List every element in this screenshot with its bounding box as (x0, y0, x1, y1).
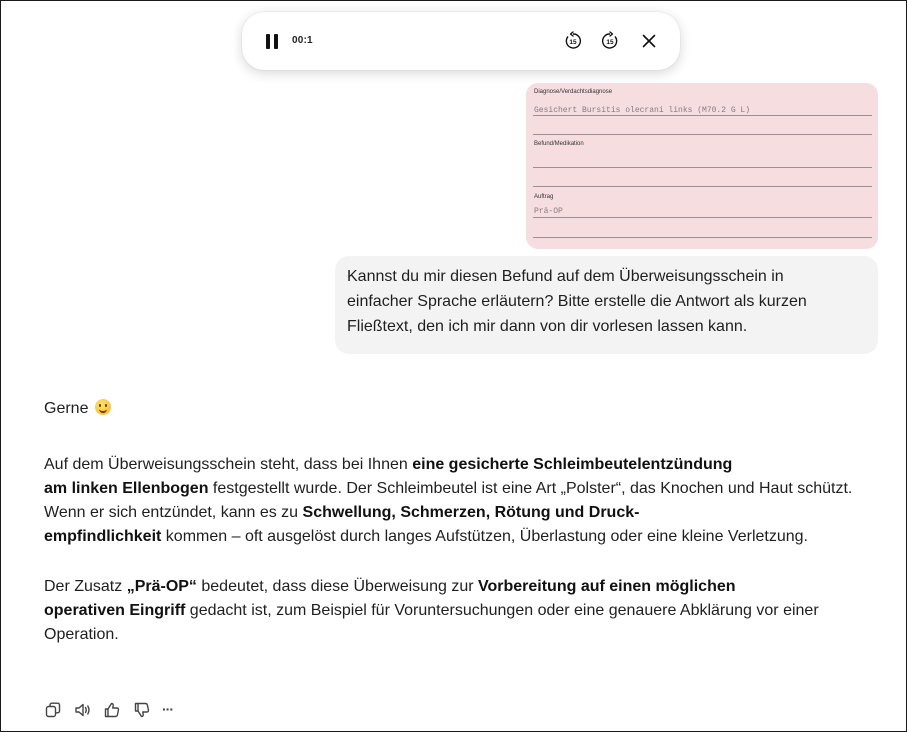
diagnosis-value: Gesichert Bursitis olecrani links (M70.2… (534, 106, 751, 115)
form-line (533, 115, 872, 116)
skip-forward-label: 15 (606, 39, 614, 46)
reply-bold-text: Schwellung, Schmerzen, Rötung und Druck- (302, 504, 640, 521)
reply-text: bedeutet, dass diese Überweisung zur (196, 578, 478, 595)
close-icon[interactable] (639, 31, 659, 51)
assistant-paragraph-2: Der Zusatz „Prä-OP“ bedeutet, dass diese… (44, 575, 874, 647)
reply-bold-text: eine gesicherte Schleimbeutelentzündung (412, 456, 733, 473)
smiling-face-emoji-icon (94, 399, 111, 415)
reply-bold-text: „Prä-OP“ (126, 578, 197, 595)
findings-label: Befund/Medikation (534, 141, 584, 147)
form-line (533, 237, 872, 238)
skip-back-label: 15 (569, 39, 577, 46)
more-icon[interactable]: ··· (162, 701, 180, 719)
thumbs-up-icon[interactable] (103, 701, 121, 719)
form-line (533, 167, 872, 168)
diagnosis-label: Diagnose/Verdachtsdiagnose (534, 89, 613, 95)
user-message-line: einfacher Sprache erläutern? Bitte erste… (347, 293, 807, 310)
thumbs-down-icon[interactable] (133, 701, 151, 719)
playback-time: 00:1 (292, 35, 313, 46)
user-message-bubble: Kannst du mir diesen Befund auf dem Über… (335, 256, 878, 354)
order-label: Auftrag (534, 194, 554, 200)
form-line (533, 134, 872, 135)
reply-text: kommen – oft ausgelöst durch langes Aufs… (161, 528, 808, 545)
user-message-line: Fließtext, den ich mir dann von dir vorl… (347, 318, 748, 335)
reply-text: Der Zusatz (44, 578, 127, 595)
copy-icon[interactable] (44, 701, 62, 719)
greeting-text: Gerne (44, 400, 89, 417)
reply-bold-text: Vorbereitung auf einen möglichen (478, 578, 736, 595)
audio-player-bar: 00:1 15 15 (242, 12, 680, 70)
reply-bold-text: am linken Ellenbogen (44, 480, 209, 497)
reply-bold-text: operativen Eingriff (44, 602, 186, 619)
reply-text: Auf dem Überweisungsschein steht, dass b… (44, 456, 413, 473)
read-aloud-icon[interactable] (74, 701, 92, 719)
referral-slip-image[interactable]: Diagnose/Verdachtsdiagnose Gesichert Bur… (526, 83, 878, 249)
user-message-line: Kannst du mir diesen Befund auf dem Über… (347, 268, 784, 285)
pause-icon[interactable] (266, 34, 278, 49)
order-value: Prä-OP (534, 207, 563, 216)
form-line (533, 217, 872, 218)
skip-forward-15-icon[interactable]: 15 (600, 31, 620, 51)
reply-bold-text: empfindlichkeit (44, 528, 162, 545)
skip-back-15-icon[interactable]: 15 (563, 31, 583, 51)
assistant-greeting: Gerne (44, 397, 111, 421)
assistant-paragraph-1: Auf dem Überweisungsschein steht, dass b… (44, 453, 874, 549)
form-line (533, 186, 872, 187)
